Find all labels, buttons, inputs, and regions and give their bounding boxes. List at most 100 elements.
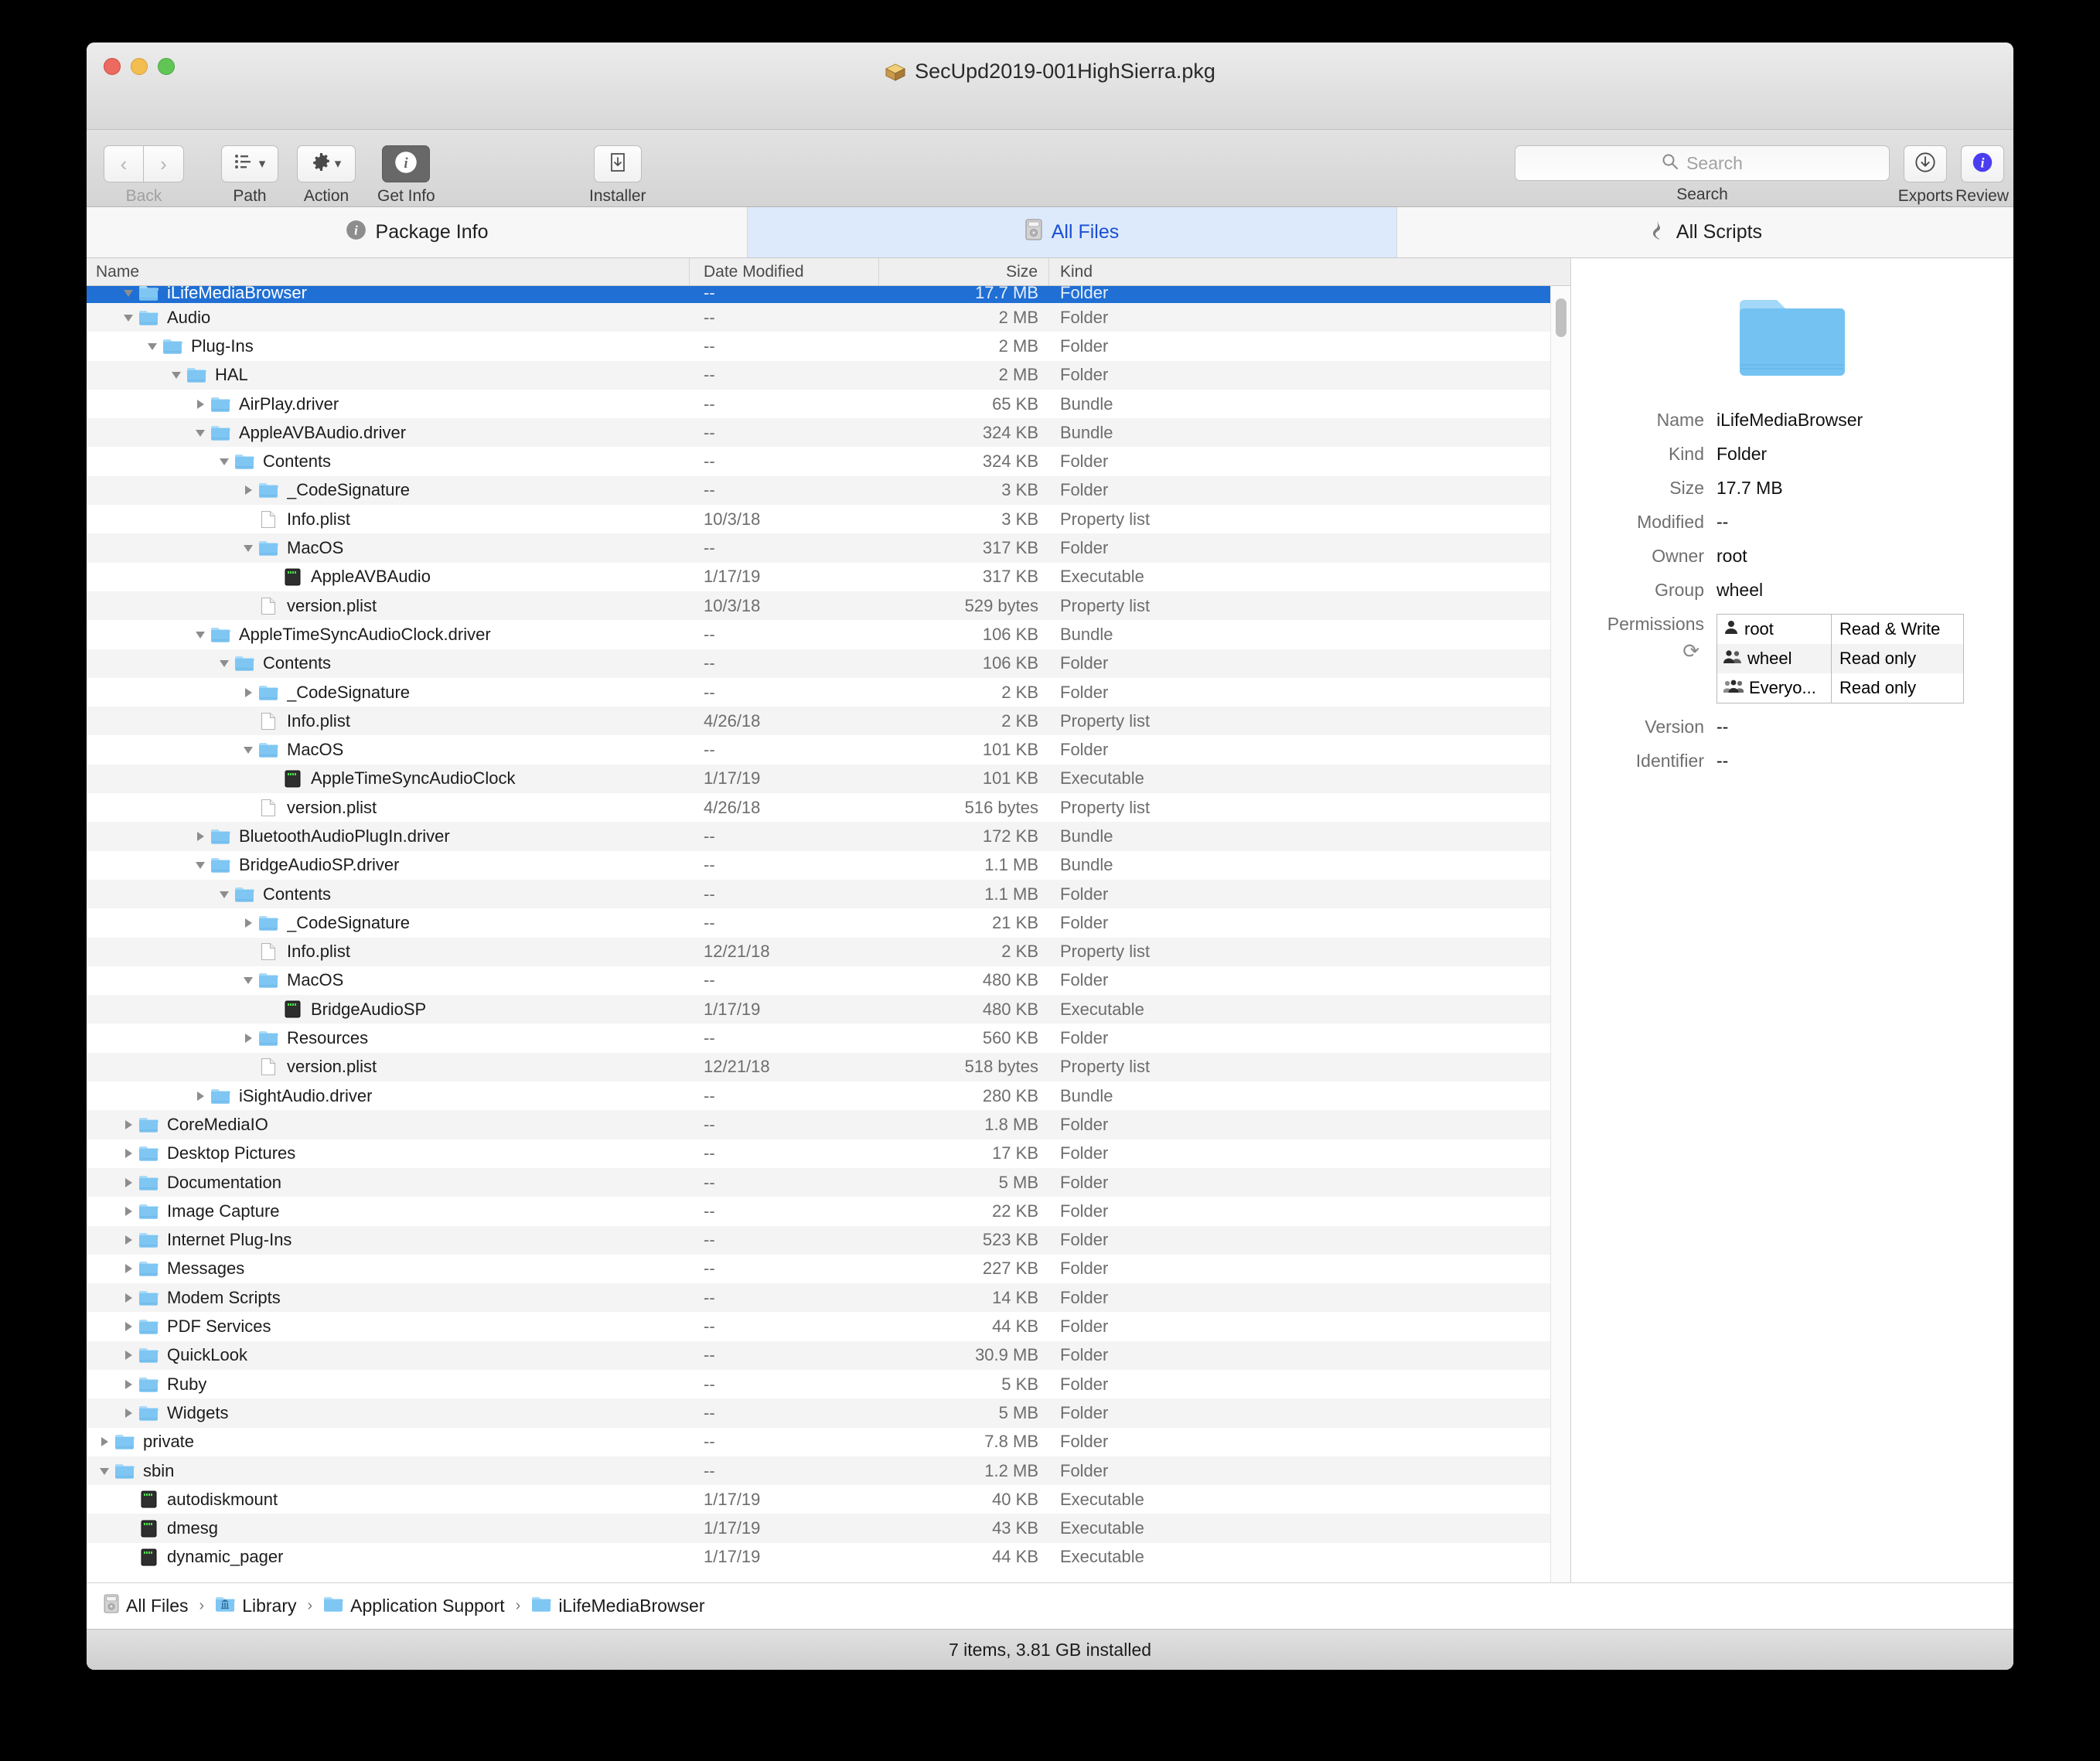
table-row[interactable]: Internet Plug-Ins--523 KBFolder	[87, 1226, 1570, 1255]
column-header-name[interactable]: Name	[87, 258, 690, 285]
table-row[interactable]: version.plist10/3/18529 bytesProperty li…	[87, 591, 1570, 620]
scrollbar-thumb[interactable]	[1556, 298, 1566, 337]
table-row[interactable]: MacOS--317 KBFolder	[87, 533, 1570, 562]
disclosure-triangle-right-icon[interactable]	[192, 1090, 209, 1102]
table-row[interactable]: sbin--1.2 MBFolder	[87, 1456, 1570, 1485]
disclosure-triangle-right-icon[interactable]	[192, 830, 209, 843]
disclosure-triangle-right-icon[interactable]	[240, 917, 257, 929]
tab-all-scripts[interactable]: All Scripts	[1397, 207, 2013, 257]
disclosure-triangle-right-icon[interactable]	[240, 1032, 257, 1044]
breadcrumb-item[interactable]: iLifeMediaBrowser	[531, 1596, 704, 1617]
disclosure-triangle-down-icon[interactable]	[216, 657, 233, 669]
disclosure-triangle-right-icon[interactable]	[120, 1407, 137, 1419]
table-row[interactable]: MacOS--480 KBFolder	[87, 966, 1570, 995]
action-button[interactable]: ▾ Action	[297, 145, 356, 206]
table-row[interactable]: BridgeAudioSP1/17/19480 KBExecutable	[87, 995, 1570, 1024]
permission-row[interactable]: wheelRead only	[1717, 644, 1963, 673]
disclosure-triangle-right-icon[interactable]	[120, 1349, 137, 1361]
table-row[interactable]: AppleTimeSyncAudioClock1/17/19101 KBExec…	[87, 765, 1570, 793]
table-row[interactable]: HAL--2 MBFolder	[87, 361, 1570, 390]
table-row[interactable]: Messages--227 KBFolder	[87, 1255, 1570, 1283]
table-row[interactable]: dmesg1/17/1943 KBExecutable	[87, 1514, 1570, 1542]
disclosure-triangle-right-icon[interactable]	[120, 1234, 137, 1246]
back-button[interactable]: ‹	[104, 145, 144, 182]
table-row[interactable]: Desktop Pictures--17 KBFolder	[87, 1139, 1570, 1168]
permission-row[interactable]: Everyo...Read only	[1717, 673, 1963, 703]
disclosure-triangle-down-icon[interactable]	[240, 542, 257, 554]
refresh-icon[interactable]: ⟳	[1571, 639, 1704, 663]
disclosure-triangle-right-icon[interactable]	[192, 398, 209, 410]
disclosure-triangle-down-icon[interactable]	[240, 744, 257, 756]
column-header-size[interactable]: Size	[879, 258, 1049, 285]
table-row[interactable]: BluetoothAudioPlugIn.driver--172 KBBundl…	[87, 822, 1570, 850]
search-input[interactable]: Search	[1515, 145, 1890, 181]
disclosure-triangle-right-icon[interactable]	[120, 1119, 137, 1131]
back-forward-control[interactable]: ‹ › Back	[104, 145, 184, 206]
get-info-button[interactable]: i Get Info	[377, 145, 435, 206]
table-row[interactable]: QuickLook--30.9 MBFolder	[87, 1341, 1570, 1370]
breadcrumb-item[interactable]: Application Support	[323, 1596, 504, 1617]
table-row[interactable]: iSightAudio.driver--280 KBBundle	[87, 1081, 1570, 1110]
search-control[interactable]: Search Search	[1515, 145, 1890, 204]
table-row[interactable]: dynamic_pager1/17/1944 KBExecutable	[87, 1543, 1570, 1572]
table-row[interactable]: private--7.8 MBFolder	[87, 1428, 1570, 1456]
disclosure-triangle-down-icon[interactable]	[96, 1465, 113, 1477]
column-header-kind[interactable]: Kind	[1049, 258, 1570, 285]
disclosure-triangle-down-icon[interactable]	[192, 427, 209, 439]
table-row[interactable]: AppleAVBAudio1/17/19317 KBExecutable	[87, 563, 1570, 591]
file-list-scrollbar[interactable]	[1550, 286, 1570, 1582]
table-row[interactable]: autodiskmount1/17/1940 KBExecutable	[87, 1485, 1570, 1514]
table-row[interactable]: Image Capture--22 KBFolder	[87, 1197, 1570, 1225]
table-row[interactable]: AppleAVBAudio.driver--324 KBBundle	[87, 418, 1570, 447]
installer-button[interactable]: Installer	[589, 145, 646, 206]
disclosure-triangle-right-icon[interactable]	[96, 1436, 113, 1448]
breadcrumb-item[interactable]: All Files	[104, 1594, 189, 1618]
table-row[interactable]: Widgets--5 MBFolder	[87, 1398, 1570, 1427]
table-row[interactable]: Info.plist12/21/182 KBProperty list	[87, 938, 1570, 966]
path-button[interactable]: ▾ Path	[221, 145, 278, 206]
disclosure-triangle-right-icon[interactable]	[120, 1205, 137, 1218]
disclosure-triangle-down-icon[interactable]	[240, 974, 257, 986]
table-row[interactable]: Documentation--5 MBFolder	[87, 1168, 1570, 1197]
disclosure-triangle-right-icon[interactable]	[240, 484, 257, 496]
permission-row[interactable]: rootRead & Write	[1717, 615, 1963, 644]
table-row[interactable]: Info.plist10/3/183 KBProperty list	[87, 505, 1570, 533]
table-row[interactable]: MacOS--101 KBFolder	[87, 735, 1570, 764]
forward-button[interactable]: ›	[144, 145, 184, 182]
table-row[interactable]: Contents--324 KBFolder	[87, 447, 1570, 475]
table-row[interactable]: Audio--2 MBFolder	[87, 303, 1570, 332]
tab-package-info[interactable]: i Package Info	[87, 207, 748, 257]
review-button[interactable]: i Review	[1955, 145, 2009, 206]
table-row[interactable]: _CodeSignature--2 KBFolder	[87, 678, 1570, 707]
table-row[interactable]: Info.plist4/26/182 KBProperty list	[87, 707, 1570, 735]
disclosure-triangle-right-icon[interactable]	[120, 1147, 137, 1160]
disclosure-triangle-down-icon[interactable]	[216, 888, 233, 901]
table-row[interactable]: PDF Services--44 KBFolder	[87, 1312, 1570, 1340]
table-row[interactable]: _CodeSignature--21 KBFolder	[87, 908, 1570, 937]
table-row[interactable]: Resources--560 KBFolder	[87, 1024, 1570, 1052]
breadcrumb-item[interactable]: Library	[215, 1596, 296, 1617]
disclosure-triangle-down-icon[interactable]	[192, 628, 209, 641]
tab-all-files[interactable]: All Files	[748, 207, 1397, 257]
table-row[interactable]: version.plist4/26/18516 bytesProperty li…	[87, 793, 1570, 822]
table-row[interactable]: _CodeSignature--3 KBFolder	[87, 476, 1570, 505]
disclosure-triangle-down-icon[interactable]	[192, 859, 209, 871]
table-row[interactable]: Contents--1.1 MBFolder	[87, 880, 1570, 908]
disclosure-triangle-down-icon[interactable]	[216, 455, 233, 468]
disclosure-triangle-right-icon[interactable]	[120, 1177, 137, 1189]
table-row[interactable]: BridgeAudioSP.driver--1.1 MBBundle	[87, 851, 1570, 880]
exports-button[interactable]: Exports	[1898, 145, 1953, 206]
table-row[interactable]: CoreMediaIO--1.8 MBFolder	[87, 1110, 1570, 1139]
disclosure-triangle-right-icon[interactable]	[240, 686, 257, 699]
disclosure-triangle-right-icon[interactable]	[120, 1292, 137, 1304]
disclosure-triangle-down-icon[interactable]	[120, 287, 137, 299]
permissions-table[interactable]: rootRead & WritewheelRead onlyEveryo...R…	[1716, 614, 1964, 703]
table-row[interactable]: Modem Scripts--14 KBFolder	[87, 1283, 1570, 1312]
disclosure-triangle-down-icon[interactable]	[168, 369, 185, 381]
table-row[interactable]: Ruby--5 KBFolder	[87, 1370, 1570, 1398]
table-row[interactable]: AirPlay.driver--65 KBBundle	[87, 390, 1570, 418]
disclosure-triangle-down-icon[interactable]	[120, 312, 137, 324]
table-row[interactable]: iLifeMediaBrowser--17.7 MBFolder	[87, 286, 1570, 303]
table-row[interactable]: version.plist12/21/18518 bytesProperty l…	[87, 1053, 1570, 1081]
table-row[interactable]: AppleTimeSyncAudioClock.driver--106 KBBu…	[87, 620, 1570, 649]
